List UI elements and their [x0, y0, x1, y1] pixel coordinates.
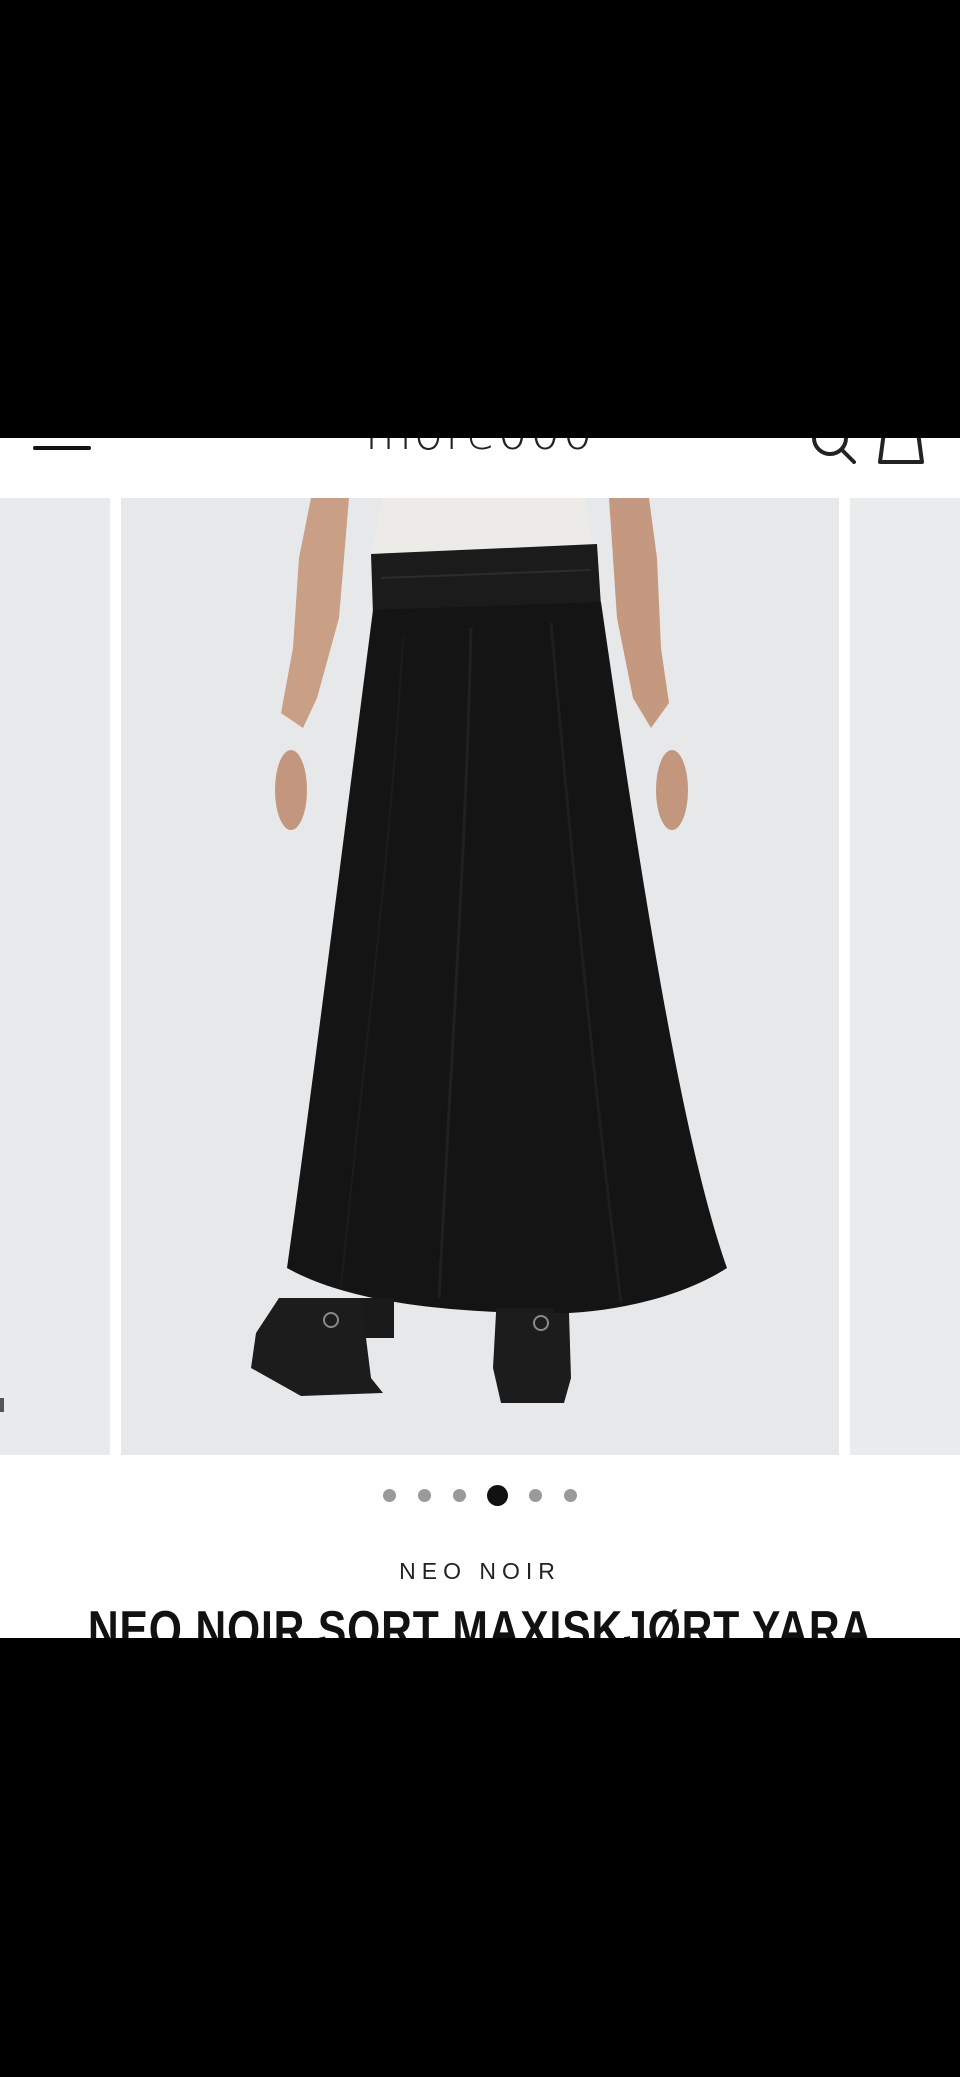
- gallery-slide-next[interactable]: [850, 498, 960, 1455]
- product-photo-skirt: [121, 498, 839, 1455]
- gallery-slide-current[interactable]: [121, 498, 839, 1455]
- site-logo[interactable]: more000: [350, 438, 610, 458]
- pagination-dot-2[interactable]: [418, 1489, 431, 1502]
- pagination-dot-1[interactable]: [383, 1489, 396, 1502]
- site-header: more000: [0, 438, 960, 498]
- pagination-dot-5[interactable]: [529, 1489, 542, 1502]
- product-title: NEO NOIR SORT MAXISKJØRT YARA: [87, 1601, 873, 1638]
- product-gallery[interactable]: [0, 498, 960, 1455]
- pagination-dot-6[interactable]: [564, 1489, 577, 1502]
- black-bar-top: [0, 0, 960, 438]
- menu-icon[interactable]: [33, 438, 91, 452]
- search-icon[interactable]: [810, 438, 858, 464]
- product-vendor[interactable]: NEO NOIR: [0, 1558, 960, 1585]
- black-bar-bottom: [0, 1638, 960, 2077]
- bag-icon[interactable]: [876, 438, 926, 464]
- gallery-pagination: [0, 1485, 960, 1509]
- gallery-slide-prev[interactable]: [0, 498, 110, 1455]
- pagination-dot-4-active[interactable]: [487, 1485, 508, 1506]
- pagination-dot-3[interactable]: [453, 1489, 466, 1502]
- product-page: more000: [0, 438, 960, 1638]
